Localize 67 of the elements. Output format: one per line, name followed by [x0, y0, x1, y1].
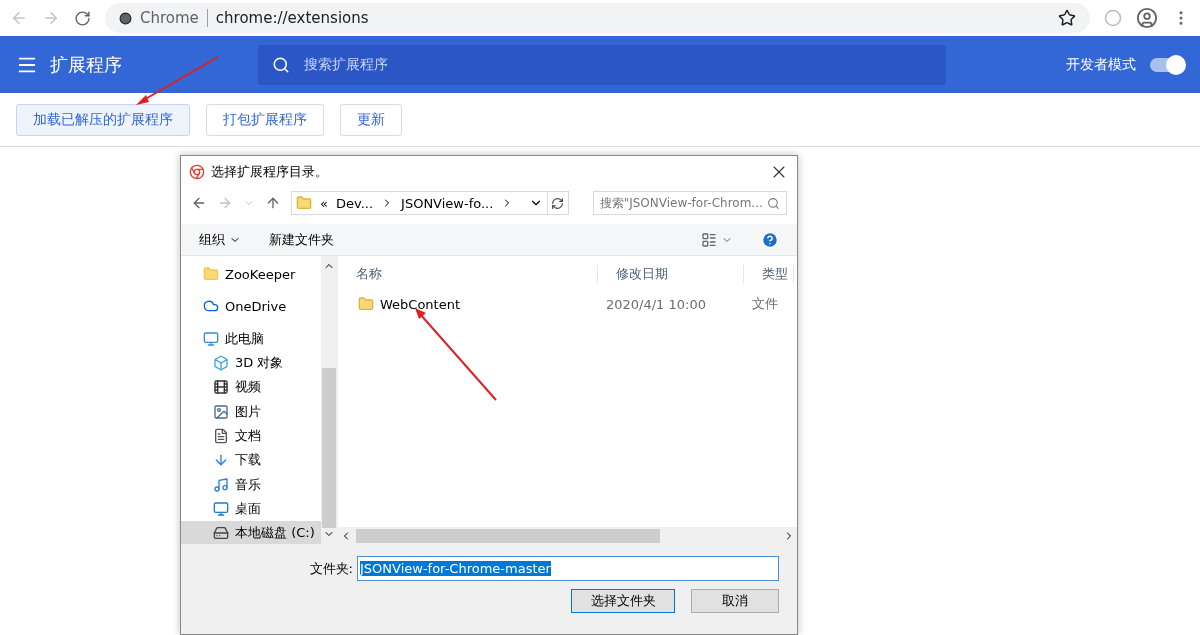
drive-icon	[213, 525, 229, 542]
bookmark-star-icon[interactable]	[1058, 9, 1076, 27]
address-bar[interactable]: Chrome chrome://extensions	[105, 3, 1090, 33]
cancel-button[interactable]: 取消	[691, 589, 779, 613]
search-icon	[272, 55, 290, 74]
scrollbar[interactable]	[338, 527, 797, 544]
column-header[interactable]: 修改日期	[598, 265, 744, 283]
breadcrumb-item[interactable]: Dev...	[335, 195, 374, 211]
action-button[interactable]: 打包扩展程序	[206, 103, 324, 136]
document-icon	[213, 427, 229, 444]
file-type: 文件	[751, 295, 779, 313]
nav-item[interactable]: 本地磁盘 (C:)	[181, 520, 321, 546]
profile-icon[interactable]	[1136, 7, 1158, 29]
help-icon[interactable]	[761, 230, 779, 249]
folder-icon	[203, 266, 219, 283]
view-button[interactable]	[701, 231, 733, 248]
nav-item[interactable]: OneDrive	[181, 294, 321, 319]
folder-icon	[358, 296, 374, 312]
desktop-icon	[213, 500, 229, 517]
nav-item[interactable]: ZooKeeper	[181, 262, 321, 287]
refresh-button[interactable]	[547, 191, 569, 215]
chrome-icon	[189, 164, 205, 180]
reload-button[interactable]	[74, 9, 91, 27]
column-header[interactable]: 类型	[744, 265, 794, 283]
nav-item[interactable]: 下载	[181, 448, 321, 473]
file-name: WebContent	[380, 296, 461, 312]
search-field[interactable]: 搜索扩展程序	[258, 44, 946, 85]
site-label: Chrome	[140, 9, 208, 27]
pc-icon	[203, 330, 219, 347]
file-row[interactable]: WebContent 2020/4/1 10:00 文件	[338, 292, 797, 316]
select-folder-button[interactable]: 选择文件夹	[571, 589, 675, 613]
action-button[interactable]: 加载已解压的扩展程序	[16, 103, 190, 136]
view-list-icon	[701, 231, 717, 248]
video-icon	[213, 379, 229, 396]
folder-icon	[296, 195, 312, 211]
picture-icon	[213, 403, 229, 420]
music-icon	[213, 476, 229, 493]
new-folder-button[interactable]: 新建文件夹	[269, 230, 334, 249]
refresh-icon	[551, 196, 565, 210]
up-button[interactable]	[265, 195, 281, 211]
back-button[interactable]	[191, 195, 207, 211]
nav-item[interactable]: 音乐	[181, 472, 321, 497]
nav-item[interactable]: 此电脑	[181, 326, 321, 351]
nav-item[interactable]: 文档	[181, 423, 321, 449]
action-button[interactable]: 更新	[340, 103, 402, 136]
nav-item[interactable]: 图片	[181, 399, 321, 424]
nav-item[interactable]: 视频	[181, 375, 321, 400]
page-title: 扩展程序	[50, 52, 123, 77]
nav-item[interactable]: 桌面	[181, 496, 321, 521]
nav-item[interactable]: 3D 对象	[181, 350, 321, 376]
cube-icon	[213, 355, 229, 372]
url-text: chrome://extensions	[215, 9, 369, 27]
folder-name-field[interactable]: JSONView-for-Chrome-master	[357, 556, 779, 581]
dialog-title: 选择扩展程序目录。	[211, 163, 329, 181]
column-header[interactable]: 名称	[338, 265, 598, 283]
breadcrumb-overflow[interactable]: «	[320, 195, 328, 211]
dev-mode-toggle[interactable]	[1150, 57, 1184, 72]
folder-label: 文件夹:	[309, 559, 353, 578]
breadcrumb-item[interactable]: JSONView-fo...	[401, 195, 494, 211]
search-field[interactable]: 搜索"JSONView-for-Chrom...	[592, 191, 787, 215]
path-bar[interactable]: « Dev... JSONView-fo...	[291, 191, 548, 215]
file-date: 2020/4/1 10:00	[605, 296, 707, 312]
organize-button[interactable]: 组织	[199, 230, 241, 249]
site-info-icon	[119, 11, 132, 25]
scrollbar[interactable]	[321, 256, 337, 544]
dev-mode-label: 开发者模式	[1066, 55, 1136, 74]
search-icon	[767, 196, 780, 210]
